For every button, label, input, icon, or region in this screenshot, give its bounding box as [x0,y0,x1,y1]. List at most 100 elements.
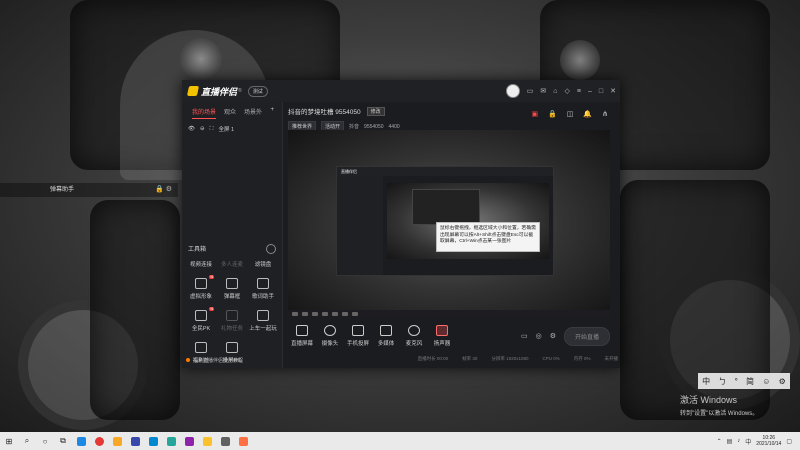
gift-icon[interactable]: ◇ [565,87,570,95]
notification-icon[interactable]: ▢ [786,438,792,445]
ime-indicator[interactable]: 中 [745,437,751,446]
tool-lyrics[interactable]: 歌词助手 [248,278,278,300]
microphone-icon [408,325,420,336]
share-icon[interactable]: ⋔ [602,110,608,118]
ime-toolbar[interactable]: 中 ㄅ ° 简 ☺ ⚙ [698,373,790,389]
qq-app[interactable] [163,434,179,448]
volume-icon[interactable]: ♪ [737,438,740,444]
app-name-sup: ® [238,88,242,94]
tool-pk[interactable]: N 全民PK [186,307,216,332]
toolbox-title: 工具箱 [188,247,207,253]
task-view-icon[interactable]: ⧉ [54,432,72,450]
new-badge: N [209,275,214,279]
ime-settings[interactable]: ⚙ [779,377,786,386]
scene-item[interactable]: 👁 ⊖ ⛶ 全屏 1 [182,119,282,134]
tool-car-play[interactable]: 上车一起玩 [248,310,278,332]
tool-label: 滤镜盘 [254,262,272,268]
windows-taskbar: ⊞ ⌕ ○ ⧉ ⌃ ▤ ♪ 中 10:26 2021/10/14 ▢ [0,432,800,450]
store-app[interactable] [127,434,143,448]
start-button[interactable]: ⊞ [0,432,18,450]
media-button[interactable]: 多媒体 [372,325,400,347]
logo-icon [186,86,200,96]
lock-icon[interactable]: 🔒 [548,110,557,118]
tool-danmu-box[interactable]: 弹幕框 [217,278,247,300]
stream-preview[interactable]: 直播伴侣 鼠标右键拖拽，框选区域大小和位置，若确需出现屏幕可以按Alt+Shif… [288,130,610,318]
gear-icon[interactable]: ⚙ [550,332,556,340]
microphone-button[interactable]: 麦克风 [400,325,428,347]
camera-button[interactable]: 摄像头 [316,325,344,347]
lock-settings-icon[interactable]: 🔒 ⚙ [155,183,172,197]
ime-punct[interactable]: ° [735,377,738,386]
edge-app[interactable] [73,434,89,448]
version-pill[interactable]: 测试 [247,85,268,97]
tutorial-icon [186,358,190,362]
speaker-button[interactable]: 扬声器 [428,325,456,347]
nested-inner-preview [412,189,480,225]
status-duration: 直播时长 00:00 [417,356,449,361]
bg-light-right [560,40,600,80]
maximize-icon[interactable]: □ [599,88,603,95]
tab-outside[interactable]: 场景外 [244,107,262,119]
lock-icon[interactable]: ⊖ [200,126,205,132]
menu-icon[interactable]: ≡ [577,88,581,95]
search-icon[interactable]: ⌕ [18,432,36,450]
mail-icon[interactable]: ✉ [540,87,546,95]
network-icon[interactable]: ▤ [727,438,733,445]
tab-audience[interactable]: 观众 [224,107,236,119]
edit-title-button[interactable]: 修改 [366,106,385,116]
mail-app[interactable] [145,434,161,448]
danmu-assistant-widget[interactable]: 弹幕助手 🔒 ⚙ [0,183,178,197]
tab-my-scenes[interactable]: 我的场景 [192,107,217,119]
tool-label: 上车一起玩 [249,326,277,332]
live-app[interactable] [235,434,251,448]
lyrics-icon [257,278,269,289]
tool-label: 麦克风 [405,341,423,347]
ime-simplified[interactable]: 简 [746,376,754,387]
tool-label: 手机投屏 [346,341,369,347]
ime-mode[interactable]: ㄅ [718,376,726,387]
clock-date: 2021/10/14 [756,441,782,447]
tutorial-link[interactable]: 头条直播伴侣使用教程 [186,357,243,364]
tool-video-link[interactable]: 视频连接 [186,260,216,268]
tool-gift-task[interactable]: 礼物任务 [217,310,247,332]
tool-multi-mic[interactable]: 多人连麦 [217,260,247,268]
chrome-app[interactable] [91,434,107,448]
tool-filter[interactable]: 滤镜盘 [248,260,278,268]
shirt-icon[interactable]: ⌂ [553,88,557,95]
system-tray: ⌃ ▤ ♪ 中 10:26 2021/10/14 ▢ [717,432,792,450]
game-app[interactable] [181,434,197,448]
clock[interactable]: 10:26 2021/10/14 [756,435,781,447]
folder-app[interactable] [199,434,215,448]
screen-capture-button[interactable]: 直播屏幕 [288,325,316,347]
ime-emoji[interactable]: ☺ [762,377,770,386]
box-icon[interactable]: ◫ [567,110,574,118]
avatar[interactable] [505,84,520,98]
ime-lang[interactable]: 中 [702,376,710,387]
close-icon[interactable]: ✕ [610,87,616,95]
nested-app-capture: 直播伴侣 [336,166,554,276]
bell-icon[interactable]: 🔔 [583,110,592,118]
explorer-app[interactable] [109,434,125,448]
nested-left-panel [337,176,383,275]
tool-label: 视频连接 [189,262,212,268]
cortana-icon[interactable]: ○ [36,432,54,450]
widget-label: 弹幕助手 [50,187,75,193]
add-scene-button[interactable]: + [270,107,274,119]
fans-count: 4400 [388,123,400,130]
eye-icon[interactable]: 👁 [188,126,195,132]
settings-eye-icon[interactable]: ◎ [536,332,542,340]
live-companion-window: 直播伴侣 ® 测试 ▭ ✉ ⌂ ◇ ≡ – □ ✕ 我的场景 观众 场景外 + … [182,80,620,368]
minimize-icon[interactable]: – [588,88,592,95]
settings-app[interactable] [217,434,233,448]
task-icon[interactable]: ▣ [531,110,538,118]
toolbox-more-icon[interactable] [266,244,276,254]
chevron-up-icon[interactable]: ⌃ [717,438,722,445]
record-icon[interactable]: ▭ [521,332,528,340]
start-live-button[interactable]: 开始直播 [563,326,610,346]
phone-cast-button[interactable]: 手机投屏 [344,325,372,347]
tutorial-label: 头条直播伴侣使用教程 [193,358,244,364]
tool-label: 扬声器 [433,341,451,347]
scene-label: 全屏 1 [218,127,235,133]
tool-avatar[interactable]: N 虚拟形象 [186,275,216,300]
message-icon[interactable]: ▭ [527,87,534,95]
